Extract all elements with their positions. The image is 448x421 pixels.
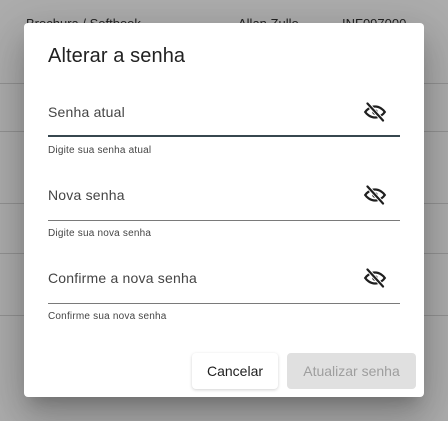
eye-off-icon[interactable] xyxy=(363,266,387,290)
dialog-title: Alterar a senha xyxy=(48,45,186,67)
eye-off-icon[interactable] xyxy=(363,183,387,207)
confirm-password-input[interactable] xyxy=(48,264,358,292)
confirm-password-hint: Confirme sua nova senha xyxy=(48,311,167,322)
confirm-password-underline xyxy=(48,303,400,304)
current-password-input[interactable] xyxy=(48,98,358,126)
new-password-underline xyxy=(48,220,400,221)
current-password-underline xyxy=(48,135,400,137)
eye-off-icon[interactable] xyxy=(363,100,387,124)
cancel-button[interactable]: Cancelar xyxy=(192,353,278,389)
change-password-dialog: Alterar a senha Senha atual Digite sua s… xyxy=(24,23,424,397)
update-password-button[interactable]: Atualizar senha xyxy=(287,353,416,389)
new-password-input[interactable] xyxy=(48,181,358,209)
new-password-hint: Digite sua nova senha xyxy=(48,228,152,239)
current-password-hint: Digite sua senha atual xyxy=(48,145,152,156)
